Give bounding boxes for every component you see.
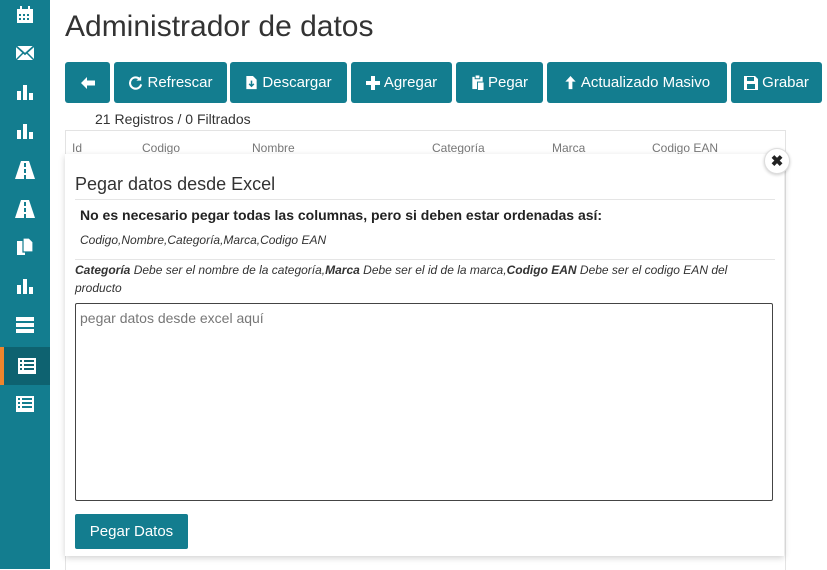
sidebar-item-server[interactable] [0, 306, 50, 344]
paste-data-textarea[interactable] [75, 303, 773, 501]
server-icon [16, 317, 34, 333]
envelope-icon [15, 45, 35, 61]
sidebar-item-calendar[interactable] [0, 0, 50, 34]
records-summary: 21 Registros / 0 Filtrados [95, 111, 251, 127]
save-button[interactable]: Grabar [731, 62, 822, 103]
bar-chart-icon [17, 124, 33, 139]
arrow-up-icon [565, 75, 576, 90]
refresh-label: Refrescar [147, 74, 213, 91]
column-header-categoria[interactable]: Categoría [432, 141, 485, 155]
refresh-button[interactable]: Refrescar [114, 62, 227, 103]
road-icon [15, 200, 35, 218]
sidebar-item-table[interactable] [0, 385, 50, 423]
arrow-left-icon [80, 76, 95, 89]
paste-button[interactable]: Pegar [456, 62, 543, 103]
paste-data-button[interactable]: Pegar Datos [75, 514, 188, 549]
note-field-ean: Codigo EAN [506, 263, 577, 277]
file-download-icon [246, 75, 258, 90]
calendar-icon [17, 6, 33, 23]
download-button[interactable]: Descargar [230, 62, 347, 103]
column-header-codigo[interactable]: Codigo [142, 141, 180, 155]
save-label: Grabar [762, 74, 809, 91]
clipboard-icon [472, 75, 484, 90]
road-icon [15, 161, 35, 179]
sidebar-item-table-active[interactable] [0, 347, 50, 385]
close-button[interactable]: ✖ [764, 148, 790, 174]
divider [75, 199, 775, 200]
back-button[interactable] [65, 62, 110, 103]
columns-order-text: Codigo,Nombre,Categoría,Marca,Codigo EAN [80, 233, 327, 247]
copy-files-icon [17, 237, 34, 255]
sidebar-item-stats-3[interactable] [0, 267, 50, 305]
table-list-icon [16, 396, 34, 412]
sidebar-item-mail[interactable] [0, 34, 50, 72]
records-filtered: / 0 Filtrados [177, 111, 251, 127]
floppy-disk-icon [744, 75, 759, 90]
sidebar-item-road-1[interactable] [0, 151, 50, 189]
table-list-icon [18, 358, 36, 374]
bulk-update-button[interactable]: Actualizado Masivo [547, 62, 727, 103]
sidebar-item-road-2[interactable] [0, 190, 50, 228]
paste-label: Pegar [487, 74, 529, 91]
bulk-update-label: Actualizado Masivo [580, 74, 711, 91]
add-label: Agregar [383, 74, 438, 91]
note-text-categoria: Debe ser el nombre de la categoría, [130, 263, 326, 277]
field-notes: Categoría Debe ser el nombre de la categ… [75, 261, 775, 297]
paste-excel-modal: ✖ Pegar datos desde Excel No es necesari… [65, 148, 790, 556]
refresh-icon [129, 75, 143, 90]
column-header-marca[interactable]: Marca [552, 141, 585, 155]
records-count: 21 Registros [95, 111, 174, 127]
sidebar [0, 0, 50, 569]
bar-chart-icon [17, 279, 33, 294]
note-text-marca: Debe ser el id de la marca, [359, 263, 507, 277]
column-header-codigo-ean[interactable]: Codigo EAN [652, 141, 718, 155]
note-field-categoria: Categoría [75, 263, 131, 277]
sidebar-item-stats-2[interactable] [0, 112, 50, 150]
plus-icon [365, 75, 380, 90]
close-icon: ✖ [770, 153, 784, 170]
note-field-marca: Marca [325, 263, 360, 277]
instruction-text: No es necesario pegar todas las columnas… [80, 207, 603, 223]
add-button[interactable]: Agregar [351, 62, 452, 103]
modal-title: Pegar datos desde Excel [75, 174, 276, 194]
column-header-id[interactable]: Id [72, 141, 82, 155]
page-title: Administrador de datos [65, 10, 374, 43]
divider [75, 259, 775, 260]
sidebar-item-stats-1[interactable] [0, 73, 50, 111]
sidebar-item-files[interactable] [0, 228, 50, 266]
bar-chart-icon [17, 85, 33, 100]
download-label: Descargar [262, 74, 332, 91]
column-header-nombre[interactable]: Nombre [252, 141, 295, 155]
